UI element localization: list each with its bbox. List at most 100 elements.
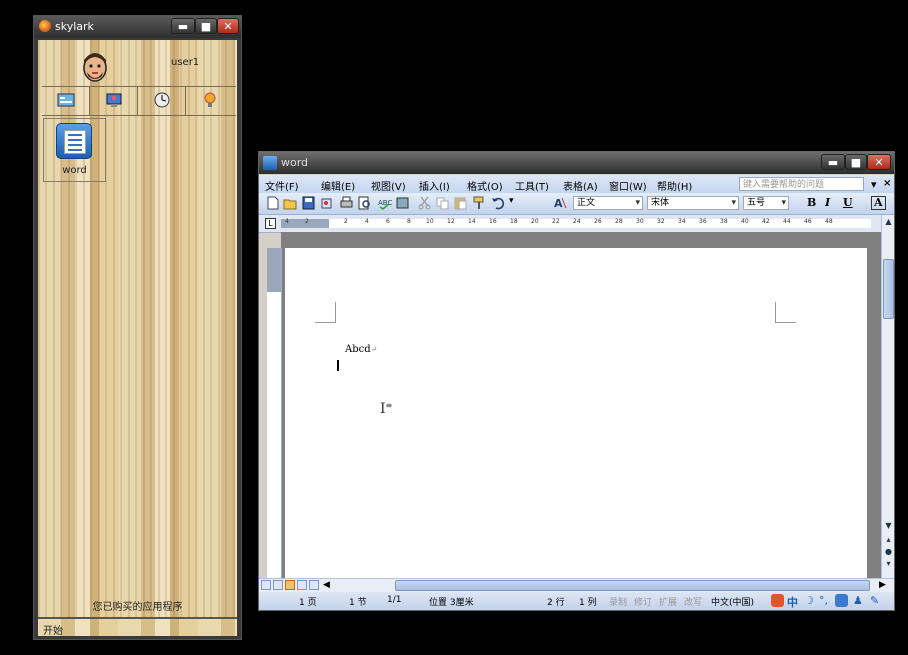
scroll-right-icon[interactable]: ▶ xyxy=(879,580,889,590)
paste-icon[interactable] xyxy=(453,196,468,210)
copy-icon[interactable] xyxy=(435,196,450,210)
ruler-tick: 4 xyxy=(365,218,369,225)
help-question-input[interactable]: 键入需要帮助的问题 xyxy=(739,177,864,191)
cut-icon[interactable] xyxy=(417,196,432,210)
start-bar[interactable]: 开始 xyxy=(38,617,237,637)
word-close-button[interactable]: ✕ xyxy=(867,154,891,170)
font-size-combo[interactable]: 五号 xyxy=(743,196,789,210)
crop-mark xyxy=(775,302,796,323)
tab-apps[interactable] xyxy=(42,87,90,115)
word-minimize-button[interactable]: ▬ xyxy=(821,154,845,170)
document-page[interactable]: Abcd↵ I≡ xyxy=(285,248,867,588)
web-layout-icon[interactable] xyxy=(273,580,283,590)
status-line: 2 行 xyxy=(547,598,565,608)
menu-file[interactable]: 文件(F) xyxy=(265,178,299,193)
bold-button[interactable]: B xyxy=(807,196,816,209)
word-titlebar[interactable]: word ▬ ■ ✕ xyxy=(259,152,894,174)
ime-tools-icon[interactable]: ✎ xyxy=(870,594,883,607)
status-record[interactable]: 录制 xyxy=(609,595,627,608)
prev-page-icon[interactable]: ▴ xyxy=(883,535,894,547)
status-extend[interactable]: 扩展 xyxy=(659,595,677,608)
ruler-tick: 22 xyxy=(552,218,560,225)
help-dropdown-icon[interactable]: ▾ xyxy=(871,178,877,191)
tab-desktop[interactable] xyxy=(90,87,138,115)
horizontal-ruler[interactable]: L 4 2 2 4 6 8 10 12 14 16 18 20 22 24 26… xyxy=(259,215,894,233)
skylark-body: user1 word 您已购买的应用程序 xyxy=(38,40,237,636)
undo-dropdown-icon[interactable]: ▾ xyxy=(509,196,514,206)
styles-icon[interactable]: A xyxy=(553,196,568,210)
ime-chinese-icon[interactable]: 中 xyxy=(787,594,800,609)
menu-format[interactable]: 格式(O) xyxy=(467,178,503,193)
format-painter-icon[interactable] xyxy=(471,196,486,210)
permission-icon[interactable] xyxy=(319,196,334,210)
menu-window[interactable]: 窗口(W) xyxy=(609,178,647,193)
maximize-button[interactable]: ■ xyxy=(195,18,217,34)
print-preview-icon[interactable] xyxy=(357,196,372,210)
ruler-tick: 26 xyxy=(594,218,602,225)
menu-view[interactable]: 视图(V) xyxy=(371,178,406,193)
ibeam-cursor-icon: I≡ xyxy=(380,401,393,417)
close-button[interactable]: ✕ xyxy=(217,18,239,34)
ruler-tick: 14 xyxy=(468,218,476,225)
ime-keyboard-icon[interactable] xyxy=(835,594,848,607)
save-icon[interactable] xyxy=(301,196,316,210)
word-maximize-button[interactable]: ■ xyxy=(845,154,867,170)
skylark-titlebar[interactable]: skylark ▬ ■ ✕ xyxy=(34,16,241,38)
vertical-ruler[interactable] xyxy=(267,248,282,578)
spelling-icon[interactable]: ABC xyxy=(377,196,392,210)
menu-close-icon[interactable]: × xyxy=(883,178,891,189)
document-text[interactable]: Abcd↵ xyxy=(345,344,377,355)
app-tile-word[interactable]: word xyxy=(43,118,106,182)
ime-logo-icon[interactable] xyxy=(771,594,784,607)
ruler-tick: 8 xyxy=(407,218,411,225)
next-page-icon[interactable]: ▾ xyxy=(883,559,894,571)
ruler-tick: 40 xyxy=(741,218,749,225)
style-combo[interactable]: 正文 xyxy=(573,196,643,210)
apps-icon xyxy=(57,93,75,107)
scroll-up-icon[interactable]: ▲ xyxy=(883,217,894,229)
vertical-scrollbar[interactable]: ▲ ▼ ▴ ● ▾ xyxy=(881,215,894,578)
outline-view-icon[interactable] xyxy=(297,580,307,590)
print-icon[interactable] xyxy=(339,196,354,210)
underline-button[interactable]: U xyxy=(843,196,853,209)
open-folder-icon[interactable] xyxy=(283,196,298,210)
skylark-tabs xyxy=(42,86,236,116)
status-overtype[interactable]: 改写 xyxy=(684,595,702,608)
start-button[interactable]: 开始 xyxy=(43,622,63,637)
italic-button[interactable]: I xyxy=(825,196,830,209)
svg-text:A: A xyxy=(554,197,563,210)
font-combo[interactable]: 宋体 xyxy=(647,196,739,210)
ruler-tick: 44 xyxy=(783,218,791,225)
menu-table[interactable]: 表格(A) xyxy=(563,178,598,193)
new-document-icon[interactable] xyxy=(265,196,280,210)
scroll-thumb[interactable] xyxy=(883,259,894,319)
reading-layout-icon[interactable] xyxy=(309,580,319,590)
menu-help[interactable]: 帮助(H) xyxy=(657,178,692,193)
normal-view-icon[interactable] xyxy=(261,580,271,590)
select-browse-object-icon[interactable]: ● xyxy=(883,547,894,559)
char-border-button[interactable]: A xyxy=(871,196,886,210)
print-layout-icon[interactable] xyxy=(285,580,295,590)
menu-bar: 文件(F) 编辑(E) 视图(V) 插入(I) 格式(O) 工具(T) 表格(A… xyxy=(259,175,894,193)
ruler-tick: 20 xyxy=(531,218,539,225)
scroll-left-icon[interactable]: ◀ xyxy=(323,580,333,590)
ime-moon-icon[interactable]: ☽ xyxy=(804,594,817,607)
tab-clock[interactable] xyxy=(138,87,186,115)
status-track[interactable]: 修订 xyxy=(634,595,652,608)
menu-edit[interactable]: 编辑(E) xyxy=(321,178,355,193)
menu-insert[interactable]: 插入(I) xyxy=(419,178,450,193)
scroll-down-icon[interactable]: ▼ xyxy=(883,521,894,533)
minimize-button[interactable]: ▬ xyxy=(171,18,195,34)
tab-stop-selector-icon[interactable]: L xyxy=(265,218,276,229)
ruler-tick: 34 xyxy=(678,218,686,225)
word-title: word xyxy=(281,156,309,169)
menu-tools[interactable]: 工具(T) xyxy=(515,178,549,193)
horizontal-scrollbar[interactable] xyxy=(395,580,870,591)
tab-settings[interactable] xyxy=(186,87,234,115)
research-icon[interactable] xyxy=(395,196,410,210)
undo-icon[interactable] xyxy=(491,196,506,210)
user-avatar-icon[interactable] xyxy=(80,50,110,84)
ruler-tick: 38 xyxy=(720,218,728,225)
ime-user-icon[interactable]: ♟ xyxy=(853,594,866,607)
ime-punct-icon[interactable]: °, xyxy=(819,594,832,607)
